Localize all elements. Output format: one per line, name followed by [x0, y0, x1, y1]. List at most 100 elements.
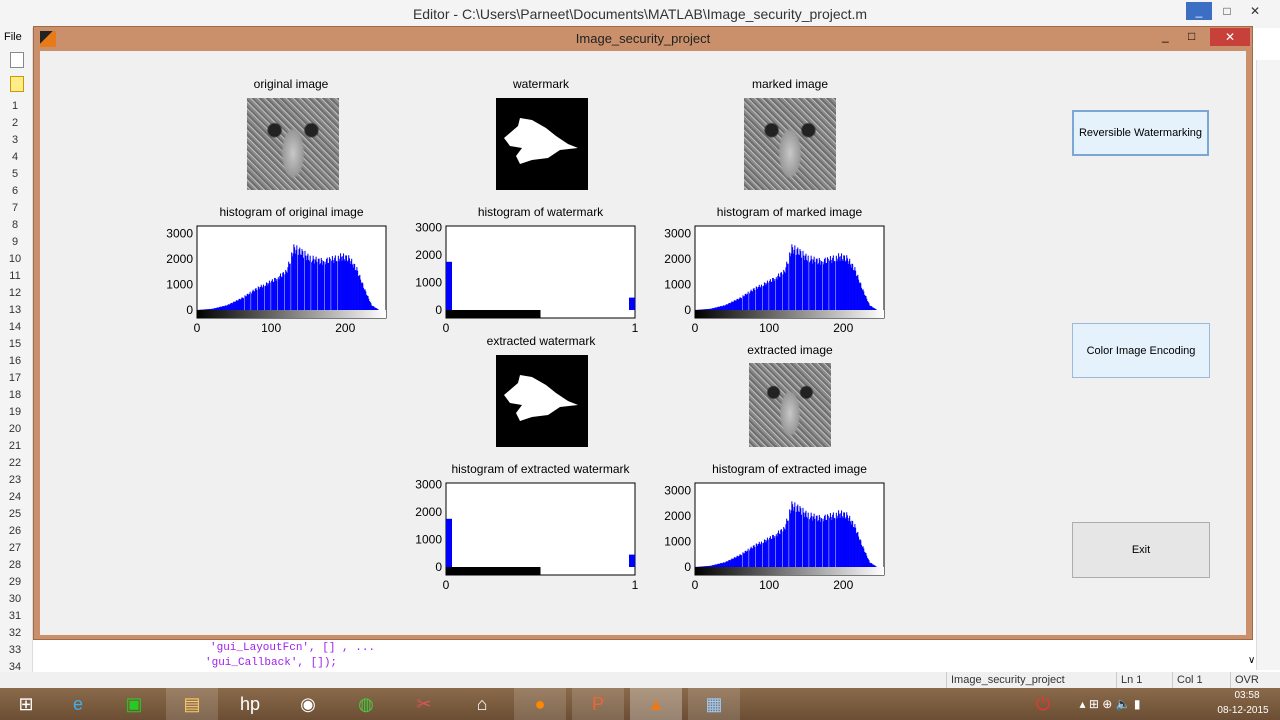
- y-tick-label: 3000: [664, 484, 691, 498]
- x-tick-label: 100: [759, 321, 779, 335]
- histogram-layer: histogram of original image0 100 200010002…: [166, 205, 885, 592]
- histogram-bar: [754, 546, 756, 567]
- axes-box: [445, 225, 636, 319]
- x-tick-label: 0: [692, 578, 699, 592]
- histogram-bar: [807, 512, 809, 567]
- histogram-bar: [767, 282, 769, 310]
- histogram-bar: [780, 529, 783, 567]
- snipping-tool-icon[interactable]: ✂: [398, 688, 450, 720]
- y-tick-label: 0: [684, 560, 691, 574]
- x-tick-label: 200: [833, 578, 853, 592]
- colorbar: [695, 567, 884, 575]
- status-bar: Image_security_project Ln 1 Col 1 OVR: [0, 672, 1280, 688]
- colorbar: [197, 310, 386, 318]
- x-tick-label: 100: [759, 578, 779, 592]
- histogram-bar: [446, 261, 452, 310]
- y-tick-label: 3000: [664, 227, 691, 241]
- histogram-bar: [834, 261, 836, 310]
- chart-title: histogram of original image: [219, 205, 363, 219]
- x-tick-label: 1: [632, 321, 639, 335]
- system-tray-icons[interactable]: ▴ ⊞ ⊕ 🔈 ▮: [1060, 688, 1160, 720]
- y-tick-label: 3000: [415, 220, 442, 234]
- media-icon[interactable]: ▦: [688, 688, 740, 720]
- x-tick-label: 0: [194, 321, 201, 335]
- histogram-bar: [302, 257, 305, 310]
- status-file: Image_security_project: [946, 672, 1116, 688]
- status-mode: OVR: [1230, 672, 1270, 688]
- histogram-bar: [754, 289, 756, 310]
- axes-box: [445, 482, 636, 576]
- internet-explorer-icon[interactable]: e: [52, 688, 104, 720]
- y-tick-label: 1000: [166, 278, 193, 292]
- power-icon[interactable]: ⏻: [1028, 688, 1058, 720]
- y-tick-label: 0: [684, 303, 691, 317]
- histogram-bar: [296, 245, 298, 310]
- histogram-bar: [814, 518, 816, 567]
- chart-title: histogram of watermark: [478, 205, 604, 219]
- histogram-bar: [834, 518, 836, 567]
- histogram-bar: [794, 502, 796, 567]
- x-tick-label: 1: [632, 578, 639, 592]
- histogram-bar: [282, 272, 285, 310]
- y-tick-label: 0: [435, 303, 442, 317]
- histogram-bar: [800, 514, 803, 567]
- file-explorer-icon[interactable]: ▤: [166, 688, 218, 720]
- store-icon[interactable]: ▣: [108, 688, 160, 720]
- start-windows-icon[interactable]: ⊞: [0, 688, 52, 720]
- y-tick-label: 1000: [415, 275, 442, 289]
- histogram-bar: [262, 284, 265, 310]
- histogram-bar: [446, 518, 452, 567]
- histogram-bar: [780, 272, 783, 310]
- clock-date[interactable]: 08-12-2015: [1208, 705, 1278, 716]
- chart-title: histogram of extracted image: [712, 462, 867, 476]
- histogram-bar: [316, 261, 318, 310]
- y-tick-label: 0: [435, 560, 442, 574]
- colorbar: [446, 567, 541, 575]
- chart-title: histogram of extracted watermark: [451, 462, 630, 476]
- histogram-bar: [767, 539, 769, 567]
- x-tick-label: 0: [443, 321, 450, 335]
- y-tick-label: 2000: [415, 505, 442, 519]
- y-tick-label: 1000: [415, 532, 442, 546]
- x-tick-label: 200: [335, 321, 355, 335]
- histogram-h5: histogram of extracted image0 100 20001000…: [664, 462, 885, 592]
- histogram-bar: [827, 258, 829, 310]
- powerpoint-icon[interactable]: P: [572, 688, 624, 720]
- webcam-icon[interactable]: ◉: [282, 688, 334, 720]
- histogram-bar: [629, 297, 635, 310]
- histogram-bar: [807, 255, 809, 310]
- y-tick-label: 2000: [166, 252, 193, 266]
- histogram-bar: [747, 291, 749, 310]
- y-tick-label: 2000: [664, 509, 691, 523]
- histogram-bar: [242, 298, 244, 310]
- histogram-bar: [740, 298, 742, 310]
- histogram-h1: histogram of original image0 100 200010002…: [166, 205, 387, 335]
- chart-title: histogram of marked image: [717, 205, 863, 219]
- histogram-bar: [821, 518, 823, 567]
- firefox-icon[interactable]: ●: [514, 688, 566, 720]
- x-tick-label: 0: [443, 578, 450, 592]
- chrome-icon[interactable]: ◍: [340, 688, 392, 720]
- hp-icon[interactable]: hp: [224, 688, 276, 720]
- y-tick-label: 0: [186, 303, 193, 317]
- histogram-bar: [323, 261, 325, 310]
- x-tick-label: 0: [692, 321, 699, 335]
- histogram-bar: [269, 282, 271, 310]
- colorbar: [446, 310, 541, 318]
- histogram-bar: [256, 289, 258, 310]
- histogram-bar: [629, 554, 635, 567]
- status-line: Ln 1: [1116, 672, 1172, 688]
- histogram-bar: [747, 548, 749, 567]
- y-tick-label: 3000: [415, 477, 442, 491]
- histogram-bar: [329, 258, 331, 310]
- histogram-bar: [249, 291, 251, 310]
- histogram-h3: histogram of marked image0 100 20001000200…: [664, 205, 885, 335]
- clock-time[interactable]: 03:58: [1218, 690, 1276, 701]
- histogram-bar: [787, 520, 789, 567]
- histogram-bar: [740, 555, 742, 567]
- y-tick-label: 1000: [664, 278, 691, 292]
- histogram-bar: [827, 515, 829, 567]
- matlab-taskbar-icon[interactable]: ▲: [630, 688, 682, 720]
- home-icon[interactable]: ⌂: [456, 688, 508, 720]
- x-tick-label: 100: [261, 321, 281, 335]
